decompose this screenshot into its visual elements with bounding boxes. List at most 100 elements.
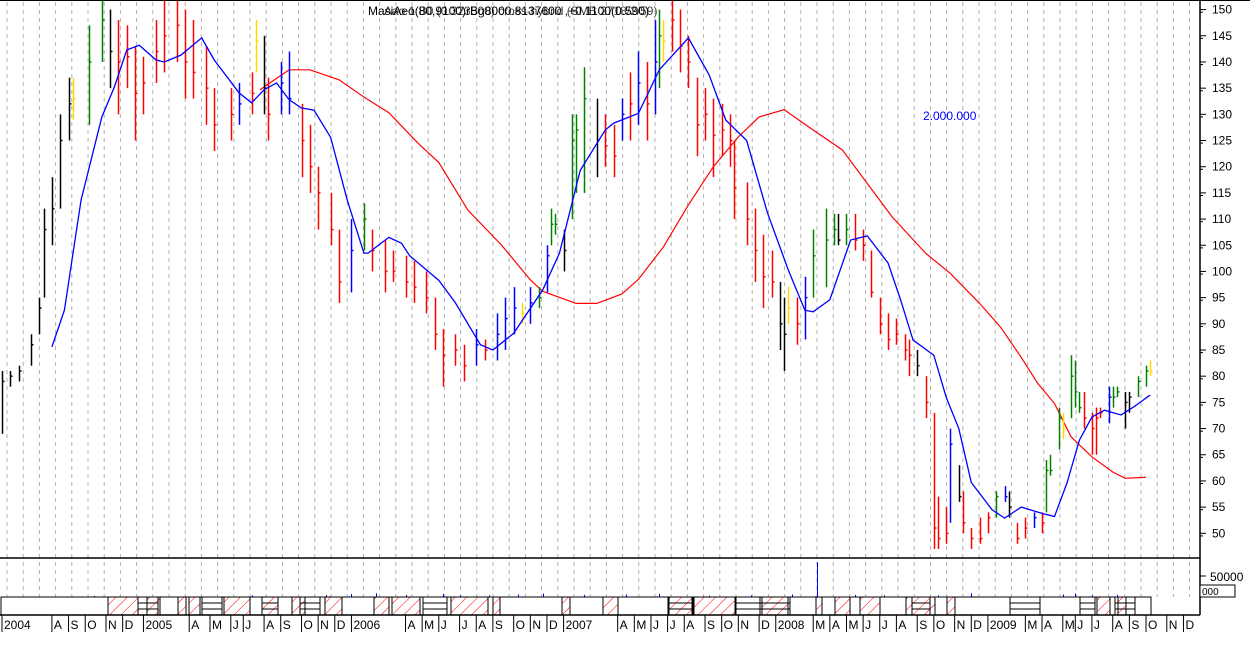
x-tick-label: A bbox=[620, 618, 628, 632]
x-tick-label: M bbox=[424, 618, 434, 632]
x-tick-label: M bbox=[815, 618, 825, 632]
x-tick-label: O bbox=[1148, 618, 1157, 632]
y-tick-label: 90 bbox=[1212, 317, 1226, 331]
strip-hatch-block bbox=[223, 596, 251, 616]
x-tick-label: N bbox=[740, 618, 749, 632]
strip-hatch-block bbox=[107, 596, 139, 616]
x-tick-label: J bbox=[441, 618, 447, 632]
x-tick-label: 2004 bbox=[4, 618, 31, 632]
x-tick-label: J bbox=[462, 618, 468, 632]
hatch-strip bbox=[0, 596, 1152, 616]
x-tick-label: S bbox=[1131, 618, 1139, 632]
x-tick-label: J bbox=[1077, 618, 1083, 632]
background bbox=[0, 0, 1250, 661]
x-tick-label: O bbox=[87, 618, 96, 632]
strip-frame bbox=[0, 596, 1152, 616]
x-tick-label: J bbox=[670, 618, 676, 632]
x-tick-label: S bbox=[283, 618, 291, 632]
strip-hatch-block bbox=[1096, 596, 1111, 616]
y-tick-label: 60 bbox=[1212, 474, 1226, 488]
x-tick-label: D bbox=[973, 618, 982, 632]
x-tick-label: D bbox=[125, 618, 134, 632]
y-tick-label: 75 bbox=[1212, 395, 1226, 409]
y-tick-label: 110 bbox=[1212, 212, 1231, 226]
x-tick-label: A bbox=[191, 618, 199, 632]
x-tick-label: 2005 bbox=[145, 618, 172, 632]
y-tick-label: 55 bbox=[1212, 500, 1226, 514]
strip-hatch-block bbox=[905, 596, 936, 616]
y-tick-label: 95 bbox=[1212, 291, 1226, 305]
x-tick-label: N bbox=[1169, 618, 1178, 632]
x-tick-label: A bbox=[478, 618, 486, 632]
chart-title-line-2: Aao 1 B0 (0.323500) cross-hybrid (SMB 27… bbox=[384, 4, 657, 18]
x-tick-label: A bbox=[686, 618, 694, 632]
x-tick-label: O bbox=[936, 618, 945, 632]
strip-hatch-block bbox=[693, 596, 736, 616]
x-tick-label: N bbox=[532, 618, 541, 632]
x-tick-label: S bbox=[71, 618, 79, 632]
x-tick-label: M bbox=[636, 618, 646, 632]
x-tick-label: D bbox=[337, 618, 346, 632]
y-tick-label: 105 bbox=[1212, 238, 1232, 252]
y-tick-label: 65 bbox=[1212, 448, 1226, 462]
y-tick-label: 85 bbox=[1212, 343, 1226, 357]
x-tick-label: A bbox=[832, 618, 840, 632]
strip-hatch-block bbox=[946, 596, 956, 616]
strip-hatch-block bbox=[188, 596, 201, 616]
x-tick-label: N bbox=[957, 618, 966, 632]
x-tick-label: J bbox=[245, 618, 251, 632]
strip-hatch-block bbox=[602, 596, 619, 616]
y-tick-label: 120 bbox=[1212, 160, 1232, 174]
x-tick-label: S bbox=[707, 618, 715, 632]
x-tick-label: M bbox=[1027, 618, 1037, 632]
x-tick-label: N bbox=[108, 618, 117, 632]
volume-tick-label: 50000 bbox=[1210, 570, 1244, 584]
x-tick-label: 2008 bbox=[778, 618, 805, 632]
strip-hatch-block bbox=[291, 596, 306, 616]
volume-annotation: 2.000.000 bbox=[923, 109, 977, 123]
y-tick-label: 80 bbox=[1212, 369, 1226, 383]
strip-hatch-block bbox=[177, 596, 187, 616]
x-tick-label: N bbox=[320, 618, 329, 632]
x-tick-label: A bbox=[266, 618, 274, 632]
y-tick-label: 130 bbox=[1212, 107, 1232, 121]
strip-hatch-block bbox=[373, 596, 390, 616]
strip-hatch-block bbox=[1117, 596, 1127, 616]
x-tick-label: A bbox=[54, 618, 62, 632]
stock-chart: 50000 000 150 145 140 135 130 125 120 115 110 105 10… bbox=[0, 0, 1250, 661]
y-tick-label: 140 bbox=[1212, 55, 1232, 69]
strip-hatch-block bbox=[834, 596, 851, 616]
strip-hatch-block bbox=[561, 596, 571, 616]
strip-hatch-block bbox=[815, 596, 823, 616]
x-tick-label: O bbox=[724, 618, 733, 632]
strip-hatch-block bbox=[859, 596, 881, 616]
x-tick-label: J bbox=[1094, 618, 1100, 632]
x-tick-label: M bbox=[848, 618, 858, 632]
x-tick-label: M bbox=[1065, 618, 1075, 632]
x-tick-label: M bbox=[212, 618, 222, 632]
x-tick-label: S bbox=[495, 618, 503, 632]
x-tick-label: J bbox=[233, 618, 239, 632]
strip-hatch-block bbox=[450, 596, 489, 616]
x-tick-label: A bbox=[408, 618, 416, 632]
x-tick-label: D bbox=[761, 618, 770, 632]
strip-hatch-block bbox=[492, 596, 501, 616]
strip-hatch-block bbox=[324, 596, 343, 616]
strip-hatch-block bbox=[261, 596, 279, 616]
strip-hatch-block bbox=[761, 596, 789, 616]
x-tick-label: J bbox=[865, 618, 871, 632]
y-tick-label: 70 bbox=[1212, 422, 1226, 436]
strip-hatch-block bbox=[391, 596, 421, 616]
y-tick-label: 145 bbox=[1212, 29, 1232, 43]
x-tick-label: J bbox=[653, 618, 659, 632]
x-tick-label: A bbox=[1044, 618, 1052, 632]
x-tick-label: A bbox=[898, 618, 906, 632]
x-tick-label: A bbox=[1115, 618, 1123, 632]
x-tick-label: J bbox=[882, 618, 888, 632]
y-tick-label: 135 bbox=[1212, 81, 1232, 95]
y-tick-label: 150 bbox=[1212, 3, 1232, 17]
y-tick-label: 50 bbox=[1212, 526, 1226, 540]
volume-tick-label: 000 bbox=[1202, 587, 1219, 598]
x-tick-label: 2007 bbox=[566, 618, 593, 632]
strip-hatch-block bbox=[668, 596, 693, 616]
